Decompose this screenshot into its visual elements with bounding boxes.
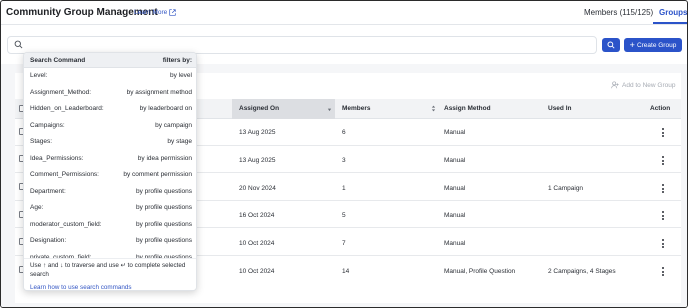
create-group-button[interactable]: + Create Group [624, 38, 682, 52]
add-to-new-group-button[interactable]: Add to New Group [611, 81, 675, 89]
keyboard-hint: Use ↑ and ↓ to traverse and use ↵ to com… [30, 262, 186, 278]
command-description: by profile questions [135, 204, 192, 211]
command-description: by profile questions [135, 237, 192, 244]
command-description: by campaign [155, 121, 192, 129]
search-command-dropdown: Search Command filters by: Level: by lev… [23, 52, 197, 291]
cell-assign-method: Manual [444, 129, 466, 136]
command-description: by profile questions [135, 187, 192, 195]
search-command-item-campaigns[interactable]: Campaigns: by campaign [24, 119, 196, 133]
search-command-item-idea-permissions[interactable]: Idea_Permissions: by idea permission [24, 152, 196, 166]
command-description: by level [169, 72, 192, 79]
create-group-label: Create Group [636, 41, 677, 49]
row-actions-icon[interactable] [661, 211, 664, 220]
search-command-item-age[interactable]: Age: by profile questions [24, 201, 196, 215]
command-key: Department: [30, 187, 66, 195]
command-key: moderator_custom_field: [30, 220, 102, 228]
command-key: Comment_Permissions: [30, 171, 99, 178]
search-icon [14, 40, 23, 49]
command-key: Idea_Permissions: [30, 154, 84, 162]
search-command-item-assignment-method[interactable]: Assignment_Method: by assignment method [24, 86, 196, 100]
command-description: by profile questions [135, 220, 192, 228]
cell-assign-method: Manual [444, 240, 466, 247]
cell-members: 1 [342, 185, 346, 192]
search-command-item-level[interactable]: Level: by level [24, 69, 196, 83]
cell-assign-method: Manual [444, 185, 466, 192]
command-description: by leaderboard on [139, 105, 192, 112]
search-commands-help-link[interactable]: Learn how to use search commands [30, 284, 132, 290]
cell-members: 6 [342, 129, 346, 136]
sort-icon[interactable] [431, 105, 436, 112]
row-actions-icon[interactable] [661, 267, 664, 276]
plus-icon: + [629, 39, 635, 50]
cell-assigned-on: 10 Oct 2024 [239, 268, 275, 275]
command-key: Hidden_on_Leaderboard: [30, 105, 104, 112]
cell-assigned-on: 10 Oct 2024 [239, 240, 275, 247]
search-command-item-department[interactable]: Department: by profile questions [24, 185, 196, 199]
cell-members: 5 [342, 212, 346, 219]
tab-groups[interactable]: Groups [659, 8, 687, 17]
cell-used-in[interactable]: 1 Campaign [548, 185, 583, 192]
cell-assign-method: Manual, Profile Question [444, 268, 516, 275]
filters-by-label: filters by: [162, 57, 192, 64]
row-actions-icon[interactable] [661, 156, 664, 165]
search-command-item-comment-permissions[interactable]: Comment_Permissions: by comment permissi… [24, 168, 196, 182]
cell-assign-method: Manual [444, 212, 466, 219]
command-description: by comment permission [123, 171, 192, 178]
cell-assigned-on: 13 Aug 2025 [239, 157, 276, 164]
active-tab-indicator [653, 22, 687, 24]
cell-members: 7 [342, 240, 346, 247]
column-header-assign-method: Assign Method [444, 105, 491, 112]
app-window: Community Group Management Learn More Me… [0, 0, 688, 308]
search-icon [607, 41, 615, 49]
top-bar: Community Group Management Learn More Me… [1, 1, 687, 25]
learn-more-link[interactable]: Learn More [134, 9, 176, 16]
add-user-icon [611, 81, 619, 89]
add-to-new-group-label: Add to New Group [622, 81, 676, 89]
tab-members[interactable]: Members (115/125) [584, 8, 653, 17]
search-command-title: Search Command [30, 57, 86, 64]
command-key: Level: [30, 72, 48, 79]
search-button[interactable] [602, 38, 620, 52]
row-actions-icon[interactable] [661, 184, 664, 193]
cell-assign-method: Manual [444, 157, 466, 164]
cell-assigned-on: 20 Nov 2024 [239, 185, 276, 192]
command-key: Designation: [30, 237, 67, 244]
column-header-assigned-on[interactable]: Assigned On [239, 105, 279, 112]
command-description: by idea permission [137, 154, 192, 162]
column-header-used-in: Used In [548, 105, 572, 112]
command-description: by assignment method [126, 88, 192, 96]
search-command-item-hidden-on-leaderboard[interactable]: Hidden_on_Leaderboard: by leaderboard on [24, 102, 196, 116]
external-link-icon [169, 9, 176, 16]
command-key: Assignment_Method: [30, 88, 92, 96]
row-actions-icon[interactable] [661, 128, 664, 137]
sort-desc-icon[interactable] [327, 106, 332, 113]
command-key: Stages: [30, 138, 53, 145]
row-actions-icon[interactable] [661, 239, 664, 248]
column-header-action: Action [650, 105, 671, 112]
search-command-header: Search Command filters by: [24, 53, 196, 68]
cell-members: 14 [342, 268, 350, 275]
search-command-item-designation[interactable]: Designation: by profile questions [24, 234, 196, 248]
learn-more-label: Learn More [134, 9, 168, 16]
search-command-footer: Use ↑ and ↓ to traverse and use ↵ to com… [24, 258, 196, 290]
cell-used-in[interactable]: 2 Campaigns, 4 Stages [548, 268, 616, 275]
cell-assigned-on: 13 Aug 2025 [239, 129, 276, 136]
column-header-members[interactable]: Members [342, 105, 371, 112]
command-description: by stage [167, 138, 192, 145]
command-key: Campaigns: [30, 121, 65, 129]
search-command-item-stages[interactable]: Stages: by stage [24, 135, 196, 149]
search-command-item-moderator-custom-field[interactable]: moderator_custom_field: by profile quest… [24, 218, 196, 232]
cell-members: 3 [342, 157, 346, 164]
command-key: Age: [30, 204, 44, 211]
cell-assigned-on: 16 Oct 2024 [239, 212, 275, 219]
